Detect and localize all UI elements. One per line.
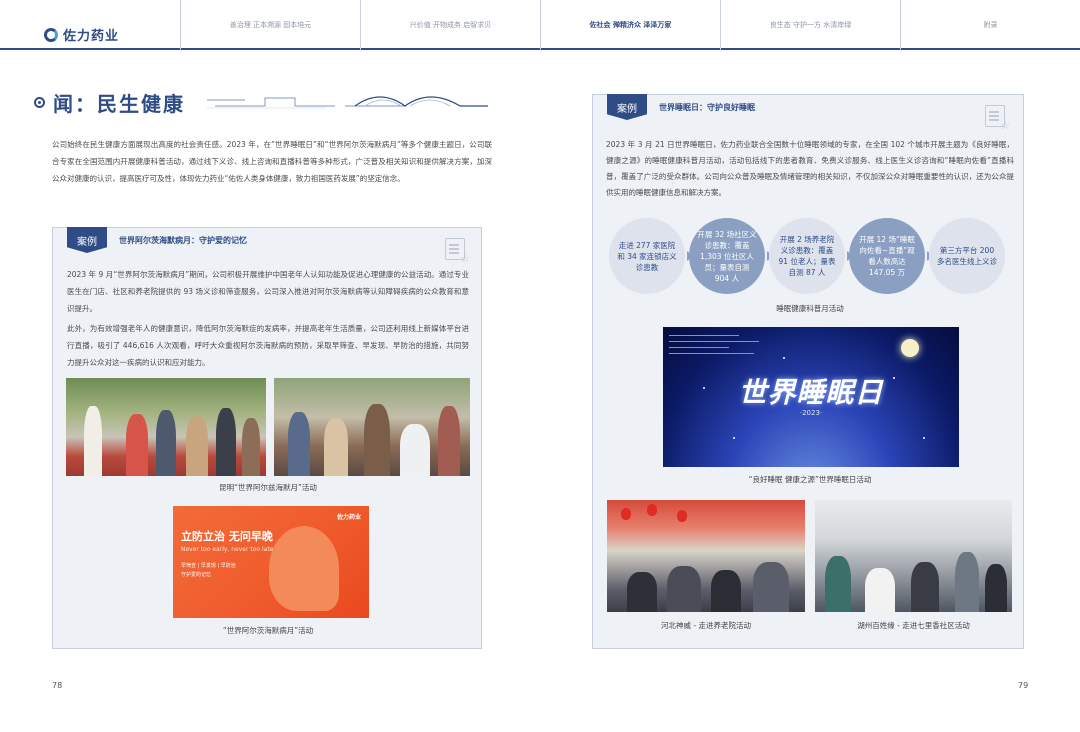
head-silhouette-icon (269, 526, 339, 611)
top-navigation: 佐力药业 善治理 正本溯源 固本培元 兴价值 开物成务 启智求贝 佐社会 殚精济… (0, 0, 1080, 50)
nav-item-society[interactable]: 佐社会 殚精济众 泽泽万家 (540, 0, 720, 50)
nav-item-appendix[interactable]: 附录 (900, 0, 1080, 50)
stat-circle-community: 开展 32 场社区义诊患教：覆盖 1,303 位社区人员；量表自测 904 人 (689, 218, 765, 294)
case-paragraph-1: 2023 年 9 月“世界阿尔茨海默病月”期间，公司积极开展维护中国老年人认知功… (67, 270, 469, 313)
nav-item-value[interactable]: 兴价值 开物成务 启智求贝 (360, 0, 540, 50)
page-number-right: 79 (1018, 681, 1029, 690)
stat-circle-online-doctors: 第三方平台 200 多名医生线上义诊 (929, 218, 1005, 294)
poster-alzheimers: 佐力药业 立防立治 无问早晚 Never too early, never to… (173, 506, 369, 618)
case-tag: 案例 (607, 94, 647, 120)
case-title: 世界睡眠日：守护良好睡眠 (659, 103, 755, 112)
poster-subtitle: Never too early, never too late (181, 546, 274, 553)
brand-icon (44, 27, 58, 42)
stat-circle-hospitals: 走进 277 家医院和 34 家连锁店义诊患教 (609, 218, 685, 294)
page-number-left: 78 (52, 681, 63, 690)
nav-item-governance[interactable]: 善治理 正本溯源 固本培元 (180, 0, 360, 50)
document-star-icon: ☆ (445, 238, 470, 264)
bullet-icon (34, 97, 45, 108)
brand-logo[interactable]: 佐力药业 (44, 25, 119, 44)
stat-circle-livestream: 开展 12 场“睡眠向佐看~直播”观看人数高达 147.05 万 (849, 218, 925, 294)
banner-title: 世界睡眠日 (738, 376, 884, 409)
case-paragraph-2: 此外，为有效增强老年人的健康意识，降低阿尔茨海默症的发病率，并提高老年生活质量，… (67, 324, 469, 367)
intro-paragraph: 公司始终在民生健康方面展现出高度的社会责任感。2023 年，在“世界睡眠日”和“… (52, 140, 492, 183)
nav-item-ecology[interactable]: 良生态 守护一方 水清岸绿 (720, 0, 900, 50)
section-title: 闻：民生健康 (53, 92, 185, 116)
decorative-wave-icon (207, 96, 488, 109)
section-heading: 闻：民生健康 (34, 88, 185, 117)
poster-line-1: 早筛查 | 早发现 | 早防治 (181, 563, 236, 569)
poster-line-2: 守护爱的记忆 (181, 572, 212, 578)
case-box-alzheimers: 案例 世界阿尔茨海默病月：守护爱的记忆 ☆ 2023 年 9 月“世界阿尔茨海默… (52, 227, 482, 649)
photo-clinic-consultation (274, 378, 470, 476)
document-star-icon: ☆ (985, 105, 1010, 131)
banner-world-sleep-day: 世界睡眠日 ·2023· (663, 327, 959, 467)
brand-name: 佐力药业 (63, 29, 120, 44)
banner-year: ·2023· (799, 409, 823, 417)
moon-icon (901, 339, 919, 357)
poster-logo: 佐力药业 (336, 514, 361, 521)
circles-caption: 睡眠健康科普月活动 (776, 304, 844, 313)
photo-community-event (815, 500, 1012, 612)
photo-nursing-home (607, 500, 805, 612)
poster-lines: 早筛查 | 早发现 | 早防治 守护爱的记忆 (181, 562, 236, 580)
case-tag: 案例 (67, 227, 107, 253)
poster-caption: “世界阿尔茨海默病月”活动 (222, 626, 314, 635)
photo-kunming-event (66, 378, 266, 476)
banner-caption: “良好睡眠 健康之源”世界睡眠日活动 (748, 475, 872, 484)
photo-caption-nursing: 河北神威 - 走进养老院活动 (661, 621, 751, 630)
banner-fine-print (669, 333, 779, 356)
case-title: 世界阿尔茨海默病月：守护爱的记忆 (119, 236, 247, 245)
photo-caption-kunming: 昆明“世界阿尔兹海默月”活动 (219, 483, 317, 492)
sleep-intro-paragraph: 2023 年 3 月 21 日世界睡眠日，佐力药业联合全国数十位睡眠领域的专家，… (606, 140, 1014, 197)
poster-title: 立防立治 无问早晚 (181, 530, 273, 543)
photo-caption-community: 湖州百姓缘 - 走进七里香社区活动 (857, 621, 970, 630)
stat-circle-nursing-homes: 开展 2 场养老院义诊患教：覆盖 91 位老人；量表自测 87 人 (769, 218, 845, 294)
